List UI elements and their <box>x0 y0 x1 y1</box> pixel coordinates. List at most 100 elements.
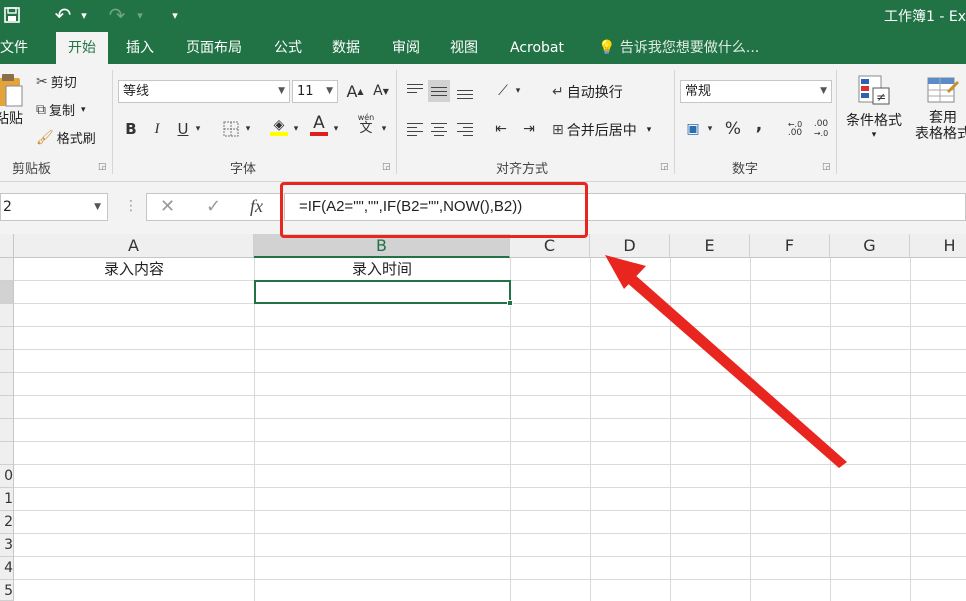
align-middle-icon[interactable] <box>428 80 450 102</box>
tab-data[interactable]: 数据 <box>332 32 360 64</box>
annotation-highlight-box <box>280 182 588 238</box>
grow-font-button[interactable]: A ▲ <box>344 80 366 102</box>
number-format-combo[interactable]: 常规 ▼ <box>680 80 832 103</box>
column-header-a[interactable]: A <box>14 234 254 258</box>
row-header[interactable] <box>0 419 14 442</box>
undo-icon[interactable]: ↶ <box>52 3 74 27</box>
underline-button[interactable]: U <box>172 118 194 140</box>
tab-view[interactable]: 视图 <box>450 32 478 64</box>
row-header[interactable]: 0 <box>0 465 14 488</box>
customize-toolbar-icon[interactable]: ▾ <box>168 4 182 26</box>
align-bottom-icon[interactable] <box>454 80 476 102</box>
clipboard-group-label: 剪贴板 <box>12 162 52 177</box>
row-header[interactable]: 3 <box>0 534 14 557</box>
row-header[interactable] <box>0 442 14 465</box>
more-options-icon[interactable]: ⋮ <box>124 198 138 214</box>
phonetic-icon: 文 <box>359 121 373 136</box>
orientation-icon[interactable]: ⟋ <box>492 80 514 102</box>
fill-color-dropdown-icon[interactable]: ▾ <box>290 118 302 140</box>
phonetic-dropdown-icon[interactable]: ▾ <box>378 118 390 140</box>
phonetic-button[interactable]: wén 文 <box>354 114 378 136</box>
fill-handle[interactable] <box>507 300 513 306</box>
row-header[interactable]: 2 <box>0 511 14 534</box>
column-header-g[interactable]: G <box>830 234 910 258</box>
svg-text:≠: ≠ <box>876 90 886 104</box>
increase-decimal-button[interactable]: ←.0 .00 <box>784 118 806 140</box>
cell-b1[interactable]: 录入时间 <box>254 258 510 280</box>
orientation-dropdown-icon[interactable]: ▾ <box>512 80 524 102</box>
font-size-combo[interactable]: 11 ▼ <box>292 80 338 103</box>
number-launcher-icon[interactable]: ◲ <box>822 162 831 172</box>
tab-home[interactable]: 开始 <box>56 32 108 64</box>
align-right-icon[interactable] <box>454 118 476 140</box>
save-icon[interactable] <box>2 4 22 26</box>
copy-label: 复制 <box>49 104 76 119</box>
enter-icon[interactable]: ✓ <box>206 196 221 217</box>
tab-acrobat[interactable]: Acrobat <box>510 32 564 64</box>
name-box[interactable]: 2 ▼ <box>0 193 108 221</box>
font-name-combo[interactable]: 等线 ▼ <box>118 80 290 103</box>
row-header[interactable]: 5 <box>0 580 14 601</box>
font-launcher-icon[interactable]: ◲ <box>382 162 391 172</box>
percent-style-button[interactable]: % <box>722 118 744 140</box>
row-header[interactable]: 1 <box>0 488 14 511</box>
alignment-launcher-icon[interactable]: ◲ <box>660 162 669 172</box>
cut-button[interactable]: ✂ 剪切 <box>36 72 77 92</box>
increase-indent-icon[interactable]: ⇥ <box>518 118 540 140</box>
font-color-dropdown-icon[interactable]: ▾ <box>330 118 342 140</box>
row-header[interactable]: 4 <box>0 557 14 580</box>
row-header[interactable] <box>0 304 14 327</box>
column-header-f[interactable]: F <box>750 234 830 258</box>
fill-color-button[interactable]: ◈ <box>268 116 290 138</box>
format-as-table-button[interactable]: 套用 表格格式 <box>908 74 966 142</box>
wrap-text-button[interactable]: ↵ 自动换行 <box>552 82 623 102</box>
column-header-h[interactable]: H <box>910 234 966 258</box>
conditional-formatting-button[interactable]: ≠ 条件格式 ▾ <box>842 74 906 140</box>
tab-file[interactable]: 文件 <box>0 32 28 64</box>
redo-dropdown-icon[interactable]: ▾ <box>134 4 146 26</box>
row-header[interactable] <box>0 373 14 396</box>
redo-icon[interactable]: ↷ <box>106 3 128 27</box>
comma-style-button[interactable]: , <box>748 114 770 136</box>
tell-me-box[interactable]: 💡 告诉我您想要做什么... <box>598 32 759 64</box>
borders-button[interactable] <box>220 118 242 140</box>
row-header[interactable] <box>0 396 14 419</box>
font-color-button[interactable]: A <box>308 114 330 136</box>
cell-a1[interactable]: 录入内容 <box>14 258 254 280</box>
merge-center-button[interactable]: ⊞ 合并后居中 ▾ <box>552 120 651 140</box>
align-top-icon[interactable] <box>404 80 426 102</box>
active-cell-b2[interactable] <box>254 280 513 306</box>
accounting-format-icon[interactable]: ▣ <box>682 118 704 140</box>
row-header[interactable] <box>0 327 14 350</box>
decrease-indent-icon[interactable]: ⇤ <box>490 118 512 140</box>
row-header[interactable] <box>0 350 14 373</box>
format-painter-button[interactable]: 🖌 格式刷 <box>36 128 96 148</box>
shrink-font-button[interactable]: A ▼ <box>370 80 392 102</box>
paste-button[interactable]: 粘贴 <box>0 72 24 144</box>
select-all-corner[interactable] <box>0 234 14 258</box>
row-header[interactable] <box>0 258 14 281</box>
tab-formulas[interactable]: 公式 <box>274 32 302 64</box>
cancel-icon[interactable]: ✕ <box>160 196 175 217</box>
insert-function-icon[interactable]: fx <box>250 196 263 217</box>
tell-me-label: 告诉我您想要做什么... <box>619 40 760 56</box>
align-left-icon[interactable] <box>404 118 426 140</box>
copy-dropdown-icon[interactable]: ▾ <box>81 105 86 115</box>
column-header-d[interactable]: D <box>590 234 670 258</box>
underline-dropdown-icon[interactable]: ▾ <box>192 118 204 140</box>
italic-button[interactable]: I <box>146 118 168 140</box>
bold-button[interactable]: B <box>120 118 142 140</box>
borders-dropdown-icon[interactable]: ▾ <box>242 118 254 140</box>
merge-dropdown-icon[interactable]: ▾ <box>647 125 652 135</box>
undo-dropdown-icon[interactable]: ▾ <box>78 4 90 26</box>
clipboard-launcher-icon[interactable]: ◲ <box>98 162 107 172</box>
tab-page-layout[interactable]: 页面布局 <box>186 32 242 64</box>
copy-button[interactable]: ⧉ 复制 ▾ <box>36 100 86 120</box>
tab-insert[interactable]: 插入 <box>126 32 154 64</box>
decrease-decimal-button[interactable]: .00 →.0 <box>810 118 832 140</box>
row-header[interactable] <box>0 281 14 304</box>
accounting-dropdown-icon[interactable]: ▾ <box>704 118 716 140</box>
tab-review[interactable]: 审阅 <box>392 32 420 64</box>
align-center-icon[interactable] <box>428 118 450 140</box>
column-header-e[interactable]: E <box>670 234 750 258</box>
